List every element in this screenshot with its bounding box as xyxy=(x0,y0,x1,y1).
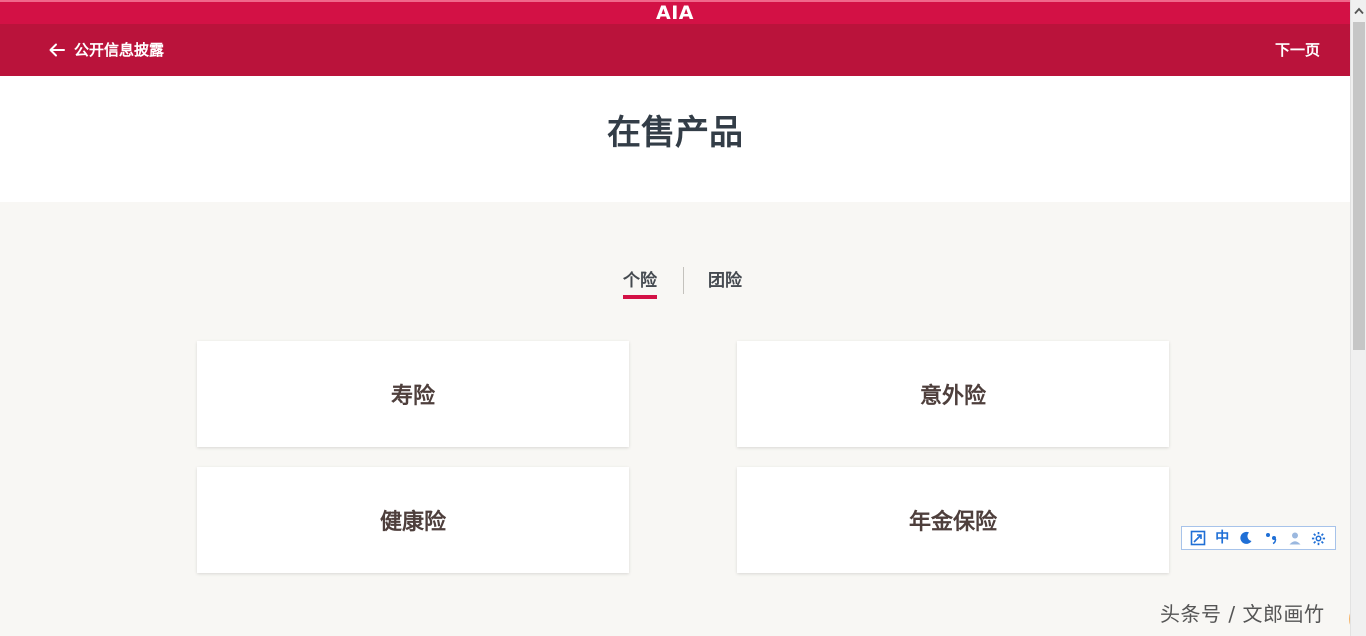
category-label: 意外险 xyxy=(919,384,986,409)
product-type-tabs: 个险 团险 xyxy=(0,266,1350,300)
toolbox-icon[interactable] xyxy=(1189,529,1207,547)
page: AIA 公开信息披露 下一页 在售产品 个险 团险 寿险 意外险 健康险 年金保… xyxy=(0,0,1350,636)
arrow-left-icon xyxy=(49,43,65,57)
language-mode-button[interactable]: 中 xyxy=(1213,529,1231,547)
active-tab-indicator xyxy=(623,295,657,299)
ime-toolbar: 中 xyxy=(1181,526,1336,550)
category-label: 年金保险 xyxy=(908,510,997,535)
category-card-life[interactable]: 寿险 xyxy=(197,341,629,447)
tab-label: 个险 xyxy=(623,271,657,291)
vertical-scrollbar[interactable] xyxy=(1350,0,1366,636)
scrollbar-thumb[interactable] xyxy=(1353,22,1365,350)
tab-divider xyxy=(683,267,684,294)
category-card-health[interactable]: 健康险 xyxy=(197,467,629,573)
tab-personal-insurance[interactable]: 个险 xyxy=(623,266,657,299)
tab-group-insurance[interactable]: 团险 xyxy=(708,266,742,296)
user-icon[interactable] xyxy=(1286,529,1304,547)
chevron-up-icon xyxy=(1354,7,1364,15)
top-navigation-bar: 公开信息披露 下一页 xyxy=(0,24,1350,76)
brand-strip: AIA xyxy=(0,0,1350,24)
back-link[interactable]: 公开信息披露 xyxy=(48,37,164,63)
gear-icon[interactable] xyxy=(1310,529,1328,547)
punctuation-icon[interactable] xyxy=(1262,529,1280,547)
category-card-annuity[interactable]: 年金保险 xyxy=(737,467,1169,573)
category-label: 健康险 xyxy=(379,510,446,535)
moon-icon[interactable] xyxy=(1237,529,1255,547)
scroll-up-button[interactable] xyxy=(1351,0,1366,22)
page-title: 在售产品 xyxy=(607,113,743,153)
next-page-link[interactable]: 下一页 xyxy=(1275,37,1320,63)
title-section: 在售产品 xyxy=(0,76,1350,202)
watermark-text: 头条号 / 文郎画竹 xyxy=(1160,602,1325,626)
back-label: 公开信息披露 xyxy=(74,41,165,59)
brand-logo: AIA xyxy=(656,2,694,24)
tab-label: 团险 xyxy=(708,271,742,291)
category-card-accident[interactable]: 意外险 xyxy=(737,341,1169,447)
category-label: 寿险 xyxy=(390,384,435,409)
